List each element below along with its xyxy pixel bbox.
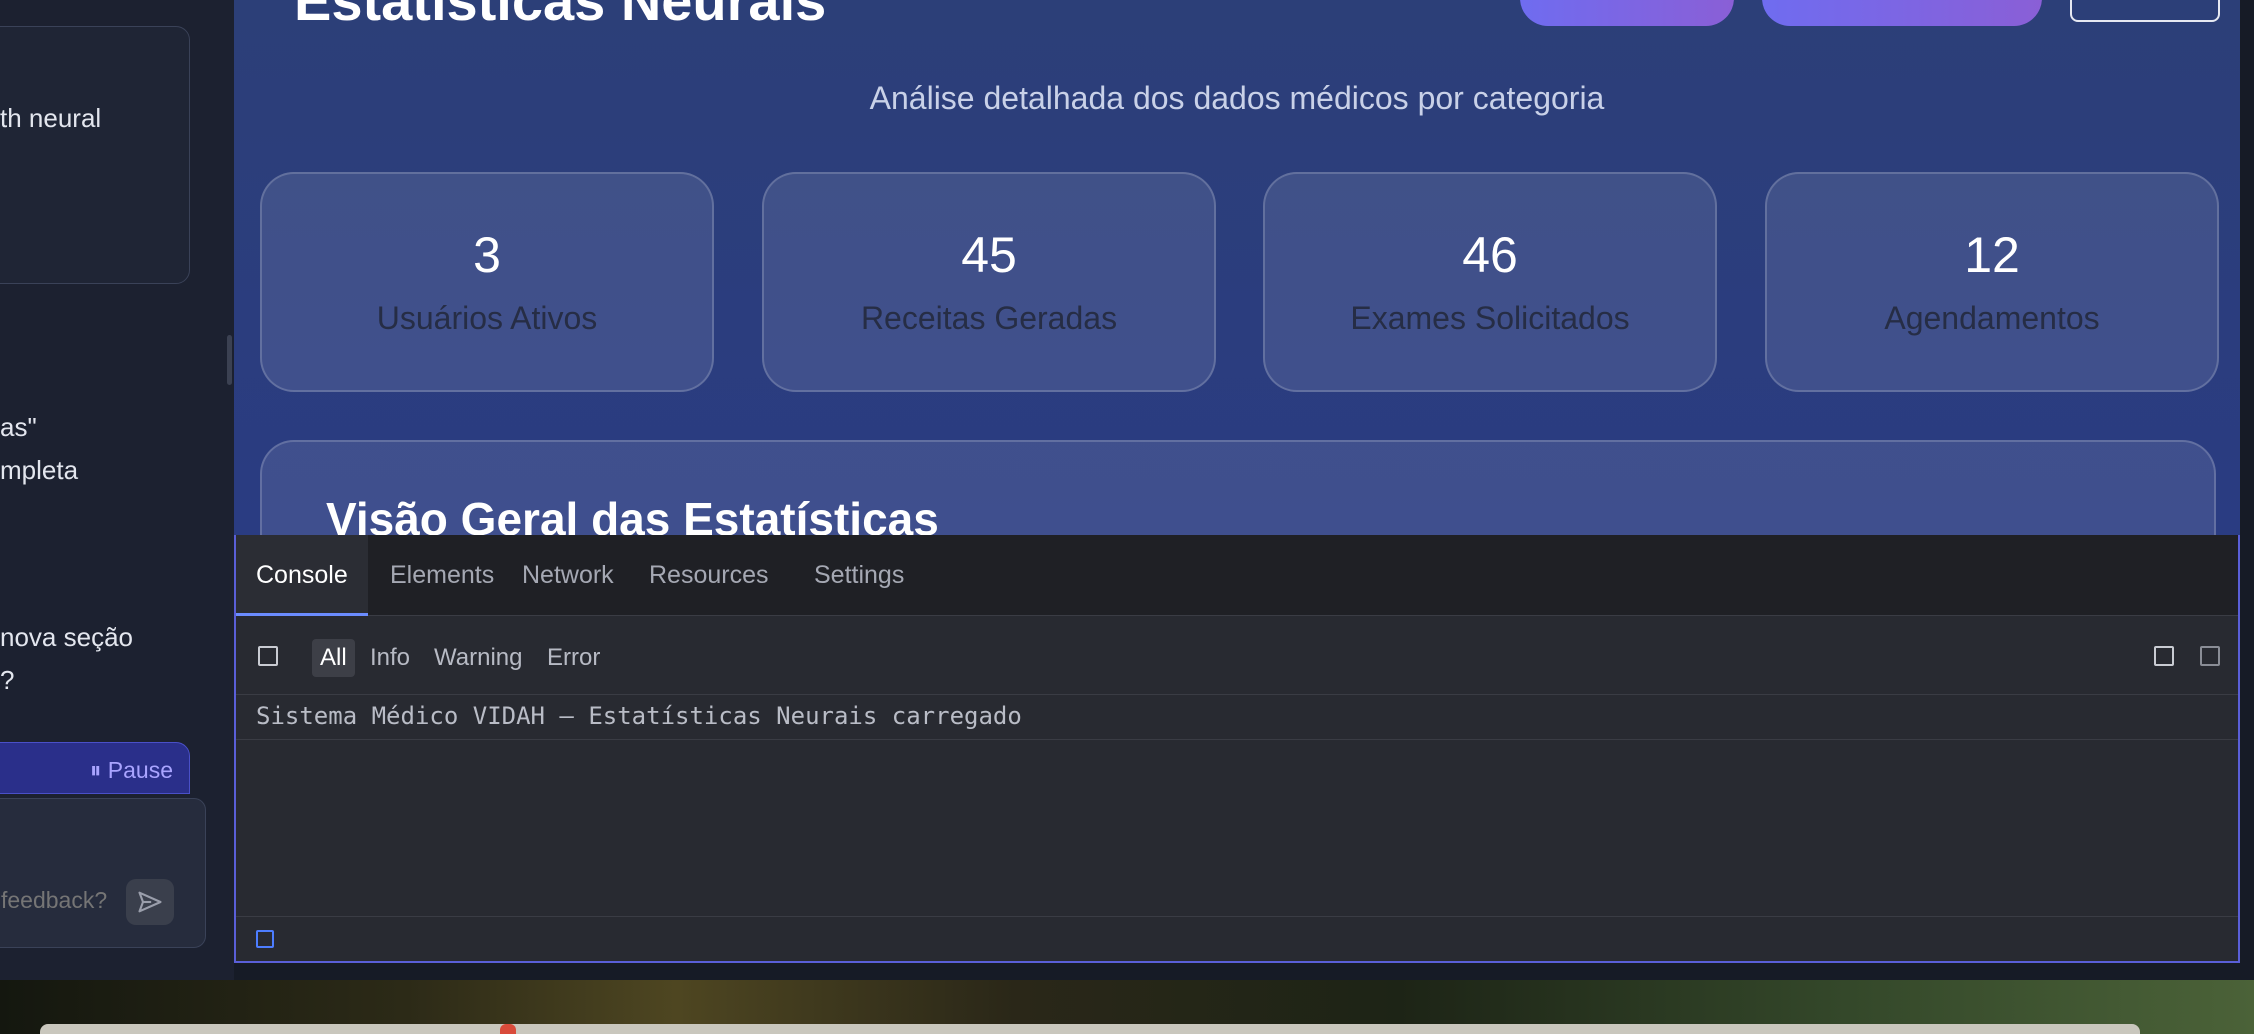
- stat-value: 45: [961, 227, 1017, 283]
- console-filterbar: All Info Warning Error: [236, 617, 2238, 695]
- filter-warning[interactable]: Warning: [426, 639, 530, 677]
- agent-status-bar: ⏸︎ Pause: [0, 742, 190, 794]
- pause-icon: ⏸︎: [89, 757, 102, 783]
- tab-console[interactable]: Console: [236, 535, 368, 616]
- stat-label: Receitas Geradas: [860, 300, 1118, 336]
- stat-card-prescriptions: 45 Receitas Geradas: [762, 172, 1216, 392]
- feedback-composer: [0, 798, 206, 948]
- filter-info[interactable]: Info: [362, 639, 418, 677]
- tab-resources[interactable]: Resources: [629, 535, 789, 616]
- devtools-tabbar: Console Elements Network Resources Setti…: [236, 535, 2238, 616]
- close-panel-icon[interactable]: [2200, 646, 2220, 666]
- dock-toggle-icon[interactable]: [2154, 646, 2174, 666]
- prompt-icon: [256, 930, 274, 948]
- message-fragment: ?: [0, 665, 15, 695]
- send-icon: [138, 891, 162, 913]
- dock: [40, 1024, 2140, 1034]
- message-fragment: mpleta: [0, 455, 79, 485]
- tab-network[interactable]: Network: [502, 535, 634, 616]
- feedback-input[interactable]: [1, 887, 121, 914]
- stat-card-exams: 46 Exames Solicitados: [1263, 172, 1717, 392]
- chat-panel: th neural as" mpleta nova seção ? ⏸︎ Pau…: [0, 0, 234, 980]
- log-message: Sistema Médico VIDAH – Estatísticas Neur…: [256, 702, 1022, 730]
- pause-label: Pause: [107, 757, 173, 783]
- stat-label: Agendamentos: [1884, 300, 2100, 336]
- stat-value: 12: [1964, 227, 2020, 283]
- stat-value: 46: [1462, 227, 1518, 283]
- page-title: Estatísticas Neurais: [294, 0, 827, 32]
- console-prompt: [236, 916, 2238, 961]
- clear-console-checkbox[interactable]: [258, 646, 278, 666]
- filter-all[interactable]: All: [312, 639, 355, 677]
- tab-settings[interactable]: Settings: [794, 535, 924, 616]
- stat-card-active-users: 3 Usuários Ativos: [260, 172, 714, 392]
- stat-label: Exames Solicitados: [1350, 300, 1630, 336]
- page-subtitle: Análise detalhada dos dados médicos por …: [869, 80, 1605, 116]
- tab-elements[interactable]: Elements: [370, 535, 514, 616]
- header-button[interactable]: [1762, 0, 2042, 26]
- devtools-panel: Console Elements Network Resources Setti…: [234, 535, 2240, 963]
- stat-label: Usuários Ativos: [376, 300, 598, 336]
- overview-section: Visão Geral das Estatísticas: [260, 440, 2216, 535]
- section-title: Visão Geral das Estatísticas: [326, 493, 939, 535]
- app-viewport: Estatísticas Neurais Análise detalhada d…: [234, 0, 2240, 535]
- send-button[interactable]: [126, 879, 174, 925]
- stat-value: 3: [473, 227, 501, 283]
- filter-error[interactable]: Error: [539, 639, 608, 677]
- stat-card-appointments: 12 Agendamentos: [1765, 172, 2219, 392]
- dock-app-icon[interactable]: [500, 1024, 516, 1034]
- message-card: [0, 26, 190, 284]
- header-button[interactable]: [1520, 0, 1734, 26]
- message-fragment: as": [0, 412, 37, 442]
- pause-button[interactable]: ⏸︎ Pause: [90, 757, 173, 784]
- console-input[interactable]: [286, 925, 2186, 955]
- header-outline-button[interactable]: [2070, 0, 2220, 22]
- console-log-entry: Sistema Médico VIDAH – Estatísticas Neur…: [236, 696, 2238, 740]
- panel-resize-handle[interactable]: [227, 335, 232, 385]
- message-fragment: th neural: [0, 103, 102, 133]
- message-fragment: nova seção: [0, 622, 133, 652]
